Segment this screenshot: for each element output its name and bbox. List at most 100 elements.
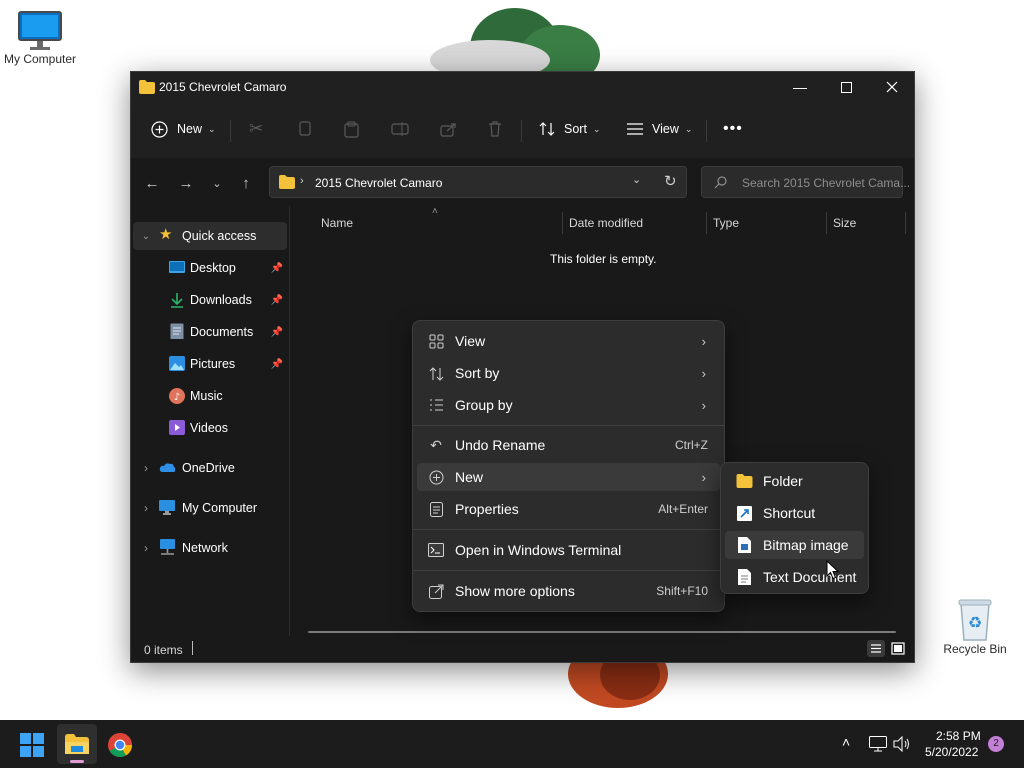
sidebar-item-music[interactable]: ♪ Music: [133, 382, 287, 410]
column-header-size[interactable]: Size: [833, 216, 856, 230]
clock-date[interactable]: 5/20/2022: [925, 745, 978, 759]
status-bar: 0 items: [131, 636, 914, 662]
sidebar-item-label: Desktop: [190, 261, 236, 275]
column-header-type[interactable]: Type: [713, 216, 739, 230]
title-bar[interactable]: 2015 Chevrolet Camaro —: [131, 72, 914, 102]
sidebar-item-network[interactable]: › Network: [133, 534, 287, 562]
menu-item-label: Shortcut: [763, 505, 816, 521]
address-dropdown-icon[interactable]: ⌄: [632, 173, 641, 186]
menu-item-view[interactable]: View ›: [417, 327, 720, 355]
close-button[interactable]: [869, 72, 914, 102]
column-divider[interactable]: [706, 212, 707, 234]
more-dots-icon: •••: [723, 120, 743, 137]
copy-button[interactable]: [297, 114, 311, 144]
delete-button[interactable]: [488, 114, 502, 144]
text-file-icon: [735, 568, 753, 586]
context-menu: View › Sort by › Group by › ↶ Undo Renam…: [412, 320, 725, 612]
start-button[interactable]: [20, 733, 44, 757]
pin-icon[interactable]: 📌: [271, 327, 283, 338]
search-box[interactable]: Search 2015 Chevrolet Cama...: [701, 166, 910, 198]
submenu-item-folder[interactable]: Folder: [725, 467, 864, 495]
horizontal-scrollbar[interactable]: [308, 631, 896, 633]
column-divider[interactable]: [905, 212, 906, 234]
sidebar-item-documents[interactable]: Documents 📌: [133, 318, 287, 346]
minimize-button[interactable]: —: [777, 72, 823, 102]
recent-locations-button[interactable]: ⌄: [204, 170, 230, 196]
pin-icon[interactable]: 📌: [271, 359, 283, 370]
sidebar-item-pictures[interactable]: Pictures 📌: [133, 350, 287, 378]
menu-item-show-more-options[interactable]: Show more options Shift+F10: [417, 577, 720, 605]
music-icon: ♪: [169, 388, 185, 404]
maximize-icon: [840, 81, 852, 93]
rename-button[interactable]: [391, 114, 409, 144]
taskbar-chrome[interactable]: [107, 732, 133, 758]
sort-button[interactable]: Sort ⌄: [539, 114, 600, 144]
folder-icon: [139, 80, 155, 94]
paste-button[interactable]: [344, 114, 359, 144]
sidebar-item-desktop[interactable]: Desktop 📌: [133, 254, 287, 282]
sidebar-item-label: Pictures: [190, 357, 236, 371]
menu-item-label: Group by: [455, 397, 513, 413]
view-button[interactable]: View ⌄: [627, 114, 692, 144]
notification-badge[interactable]: 2: [988, 736, 1004, 752]
network-status-icon[interactable]: [869, 736, 887, 752]
pin-icon[interactable]: 📌: [271, 263, 283, 274]
menu-item-open-terminal[interactable]: Open in Windows Terminal: [417, 536, 720, 564]
menu-item-new[interactable]: New ›: [417, 463, 720, 491]
shortcut-arrow-icon: [735, 504, 753, 522]
back-button[interactable]: ←: [139, 170, 165, 196]
new-submenu: Folder Shortcut Bitmap image Text Docume…: [720, 462, 869, 594]
desktop-icon-recycle-bin[interactable]: ♻ Recycle Bin: [935, 596, 1015, 656]
submenu-item-shortcut[interactable]: Shortcut: [725, 499, 864, 527]
tiles-view-button[interactable]: [889, 640, 907, 657]
column-divider[interactable]: [562, 212, 563, 234]
window-title: 2015 Chevrolet Camaro: [159, 80, 287, 94]
sidebar-item-label: Music: [190, 389, 223, 403]
sidebar-item-onedrive[interactable]: › OneDrive: [133, 454, 287, 482]
desktop-icon-my-computer[interactable]: My Computer: [0, 10, 80, 66]
details-view-button[interactable]: [867, 640, 885, 657]
menu-item-shortcut: Shift+F10: [656, 584, 708, 598]
submenu-item-text-document[interactable]: Text Document: [725, 563, 864, 591]
column-header-date-modified[interactable]: Date modified: [569, 216, 643, 230]
menu-item-sort-by[interactable]: Sort by ›: [417, 359, 720, 387]
open-external-icon: [427, 582, 445, 600]
pin-icon[interactable]: 📌: [271, 295, 283, 306]
active-app-indicator: [70, 760, 84, 763]
share-button[interactable]: [440, 114, 456, 144]
menu-item-undo-rename[interactable]: ↶ Undo Rename Ctrl+Z: [417, 431, 720, 459]
cut-button[interactable]: ✂: [249, 114, 263, 144]
column-divider[interactable]: [826, 212, 827, 234]
maximize-button[interactable]: [823, 72, 869, 102]
sidebar-item-quick-access[interactable]: ⌄ ★ Quick access: [133, 222, 287, 250]
see-more-button[interactable]: •••: [723, 114, 743, 144]
sidebar-item-videos[interactable]: Videos: [133, 414, 287, 442]
svg-text:♪: ♪: [174, 392, 180, 403]
desktop-icon-label: My Computer: [3, 52, 77, 66]
sidebar-item-my-computer[interactable]: › My Computer: [133, 494, 287, 522]
sidebar-item-downloads[interactable]: Downloads 📌: [133, 286, 287, 314]
new-button[interactable]: New ⌄: [151, 114, 216, 144]
chevron-up-icon[interactable]: ˄: [842, 734, 850, 750]
navigation-bar: ← → ⌄ ↑ › 2015 Chevrolet Camaro ⌄ ↻ Sear…: [131, 158, 914, 206]
menu-item-properties[interactable]: Properties Alt+Enter: [417, 495, 720, 523]
clock-time[interactable]: 2:58 PM: [936, 729, 981, 743]
scissors-icon: ✂: [249, 119, 264, 138]
taskbar-file-explorer[interactable]: [57, 724, 97, 764]
address-bar[interactable]: › 2015 Chevrolet Camaro ⌄ ↻: [269, 166, 687, 198]
forward-button[interactable]: →: [173, 170, 199, 196]
toolbar-divider: [230, 120, 231, 142]
column-header-name[interactable]: Name: [321, 216, 353, 230]
plus-circle-icon: [427, 468, 445, 486]
volume-icon[interactable]: [893, 736, 911, 752]
menu-item-group-by[interactable]: Group by ›: [417, 391, 720, 419]
sidebar-item-label: OneDrive: [182, 461, 235, 475]
up-button[interactable]: ↑: [233, 170, 259, 196]
toolbar-divider: [521, 120, 522, 142]
refresh-icon[interactable]: ↻: [664, 172, 677, 190]
submenu-item-bitmap-image[interactable]: Bitmap image: [725, 531, 864, 559]
sort-icon: [427, 364, 445, 382]
menu-item-label: Show more options: [455, 583, 575, 599]
svg-text:♻: ♻: [968, 613, 982, 632]
breadcrumb-separator-icon: ›: [300, 175, 304, 187]
